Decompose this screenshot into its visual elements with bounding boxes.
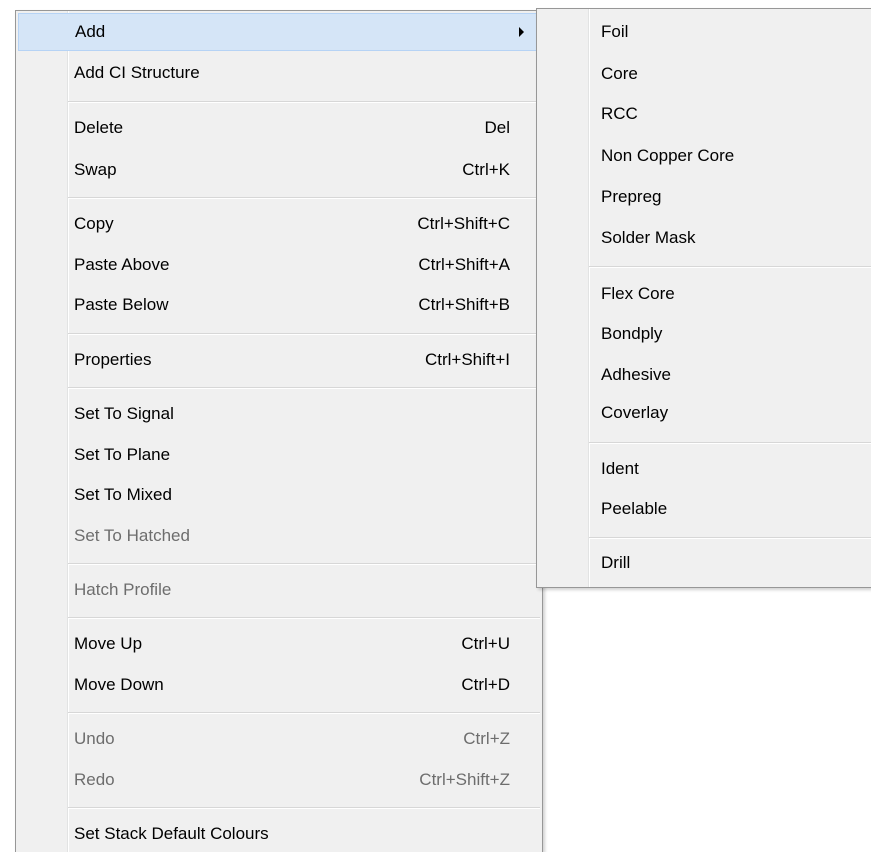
submenu-item-peelable[interactable]: Peelable — [539, 490, 871, 528]
menu-item-set-to-signal[interactable]: Set To Signal — [18, 395, 540, 433]
menu-item-add-ci-structure[interactable]: Add CI Structure — [18, 54, 540, 92]
submenu-item-drill[interactable]: Drill — [539, 544, 871, 582]
menu-item-set-to-hatched: Set To Hatched — [18, 517, 540, 555]
menu-separator — [68, 807, 540, 809]
submenu-item-label: Core — [601, 64, 638, 83]
menu-item-set-to-mixed[interactable]: Set To Mixed — [18, 476, 540, 514]
submenu-item-label: Flex Core — [601, 284, 675, 303]
submenu-item-label: Peelable — [601, 499, 668, 518]
submenu-item-core[interactable]: Core — [539, 55, 871, 93]
submenu-item-adhesive[interactable]: Adhesive — [539, 356, 871, 394]
submenu-item-label: Prepreg — [601, 187, 662, 206]
menu-item-shortcut: Ctrl+Shift+C — [417, 214, 510, 233]
menu-item-label: Paste Above — [74, 255, 170, 274]
menu-item-label: Delete — [74, 118, 124, 137]
menu-item-shortcut: Ctrl+D — [461, 675, 510, 694]
submenu-item-prepreg[interactable]: Prepreg — [539, 178, 871, 216]
menu-item-properties[interactable]: Properties Ctrl+Shift+I — [18, 341, 540, 379]
submenu-separator — [589, 266, 871, 268]
menu-item-shortcut: Ctrl+Shift+A — [418, 255, 510, 274]
menu-item-set-to-plane[interactable]: Set To Plane — [18, 436, 540, 474]
menu-item-label: Set To Signal — [74, 404, 174, 423]
menu-item-label: Undo — [74, 729, 115, 748]
menu-item-label: Redo — [74, 770, 115, 789]
menu-item-label: Add — [75, 22, 106, 41]
submenu-separator — [589, 537, 871, 539]
submenu-item-flex-core[interactable]: Flex Core — [539, 275, 871, 313]
menu-item-move-up[interactable]: Move Up Ctrl+U — [18, 625, 540, 663]
context-menu: Add Add CI Structure Delete Del Swap Ctr… — [15, 10, 543, 852]
menu-separator — [68, 197, 540, 199]
menu-item-label: Paste Below — [74, 295, 169, 314]
menu-separator — [68, 333, 540, 335]
menu-item-redo: Redo Ctrl+Shift+Z — [18, 761, 540, 799]
submenu-item-label: Adhesive — [601, 365, 671, 384]
menu-item-label: Set To Mixed — [74, 485, 172, 504]
submenu-item-bondply[interactable]: Bondply — [539, 315, 871, 353]
menu-item-label: Add CI Structure — [74, 63, 200, 82]
menu-item-shortcut: Ctrl+Shift+I — [424, 350, 510, 369]
menu-item-shortcut: Ctrl+U — [461, 634, 510, 653]
submenu-item-label: Non Copper Core — [601, 146, 735, 165]
menu-item-label: Copy — [74, 214, 114, 233]
submenu-item-label: Foil — [601, 22, 629, 41]
menu-separator — [68, 101, 540, 103]
submenu-item-solder-mask[interactable]: Solder Mask — [539, 219, 871, 257]
menu-item-undo: Undo Ctrl+Z — [18, 720, 540, 758]
menu-item-copy[interactable]: Copy Ctrl+Shift+C — [18, 205, 540, 243]
menu-separator — [68, 387, 540, 389]
menu-item-label: Set Stack Default Colours — [74, 824, 269, 843]
menu-item-delete[interactable]: Delete Del — [18, 109, 540, 147]
menu-item-shortcut: Ctrl+Shift+Z — [419, 770, 510, 789]
menu-item-paste-below[interactable]: Paste Below Ctrl+Shift+B — [18, 286, 540, 324]
submenu-item-label: Bondply — [601, 324, 663, 343]
menu-item-add[interactable]: Add — [18, 13, 540, 51]
submenu-arrow-icon — [519, 27, 524, 37]
menu-separator — [68, 563, 540, 565]
add-submenu: Foil Core RCC Non Copper Core Prepreg So… — [536, 8, 871, 588]
menu-item-shortcut: Ctrl+K — [462, 160, 510, 179]
menu-item-label: Set To Plane — [74, 445, 171, 464]
submenu-item-rcc[interactable]: RCC — [539, 95, 871, 133]
menu-item-label: Hatch Profile — [74, 580, 172, 599]
menu-item-label: Swap — [74, 160, 117, 179]
submenu-item-label: Ident — [601, 459, 639, 478]
submenu-item-label: Drill — [601, 553, 631, 572]
menu-separator — [68, 712, 540, 714]
submenu-item-ident[interactable]: Ident — [539, 450, 871, 488]
menu-item-shortcut: Ctrl+Z — [463, 729, 510, 748]
menu-item-swap[interactable]: Swap Ctrl+K — [18, 151, 540, 189]
submenu-separator — [589, 442, 871, 444]
menu-item-shortcut: Ctrl+Shift+B — [418, 295, 510, 314]
menu-item-set-stack-default-colours[interactable]: Set Stack Default Colours — [18, 815, 540, 852]
submenu-item-label: RCC — [601, 104, 638, 123]
submenu-item-foil[interactable]: Foil — [539, 13, 871, 51]
menu-separator — [68, 617, 540, 619]
menu-item-shortcut: Del — [484, 118, 510, 137]
submenu-item-non-copper-core[interactable]: Non Copper Core — [539, 137, 871, 175]
menu-item-label: Move Up — [74, 634, 143, 653]
menu-item-paste-above[interactable]: Paste Above Ctrl+Shift+A — [18, 246, 540, 284]
menu-item-label: Set To Hatched — [74, 526, 190, 545]
menu-item-move-down[interactable]: Move Down Ctrl+D — [18, 666, 540, 704]
menu-item-label: Move Down — [74, 675, 164, 694]
submenu-item-coverlay[interactable]: Coverlay — [539, 394, 871, 432]
submenu-item-label: Solder Mask — [601, 228, 696, 247]
menu-item-label: Properties — [74, 350, 152, 369]
menu-item-hatch-profile: Hatch Profile — [18, 571, 540, 609]
submenu-item-label: Coverlay — [601, 403, 669, 422]
